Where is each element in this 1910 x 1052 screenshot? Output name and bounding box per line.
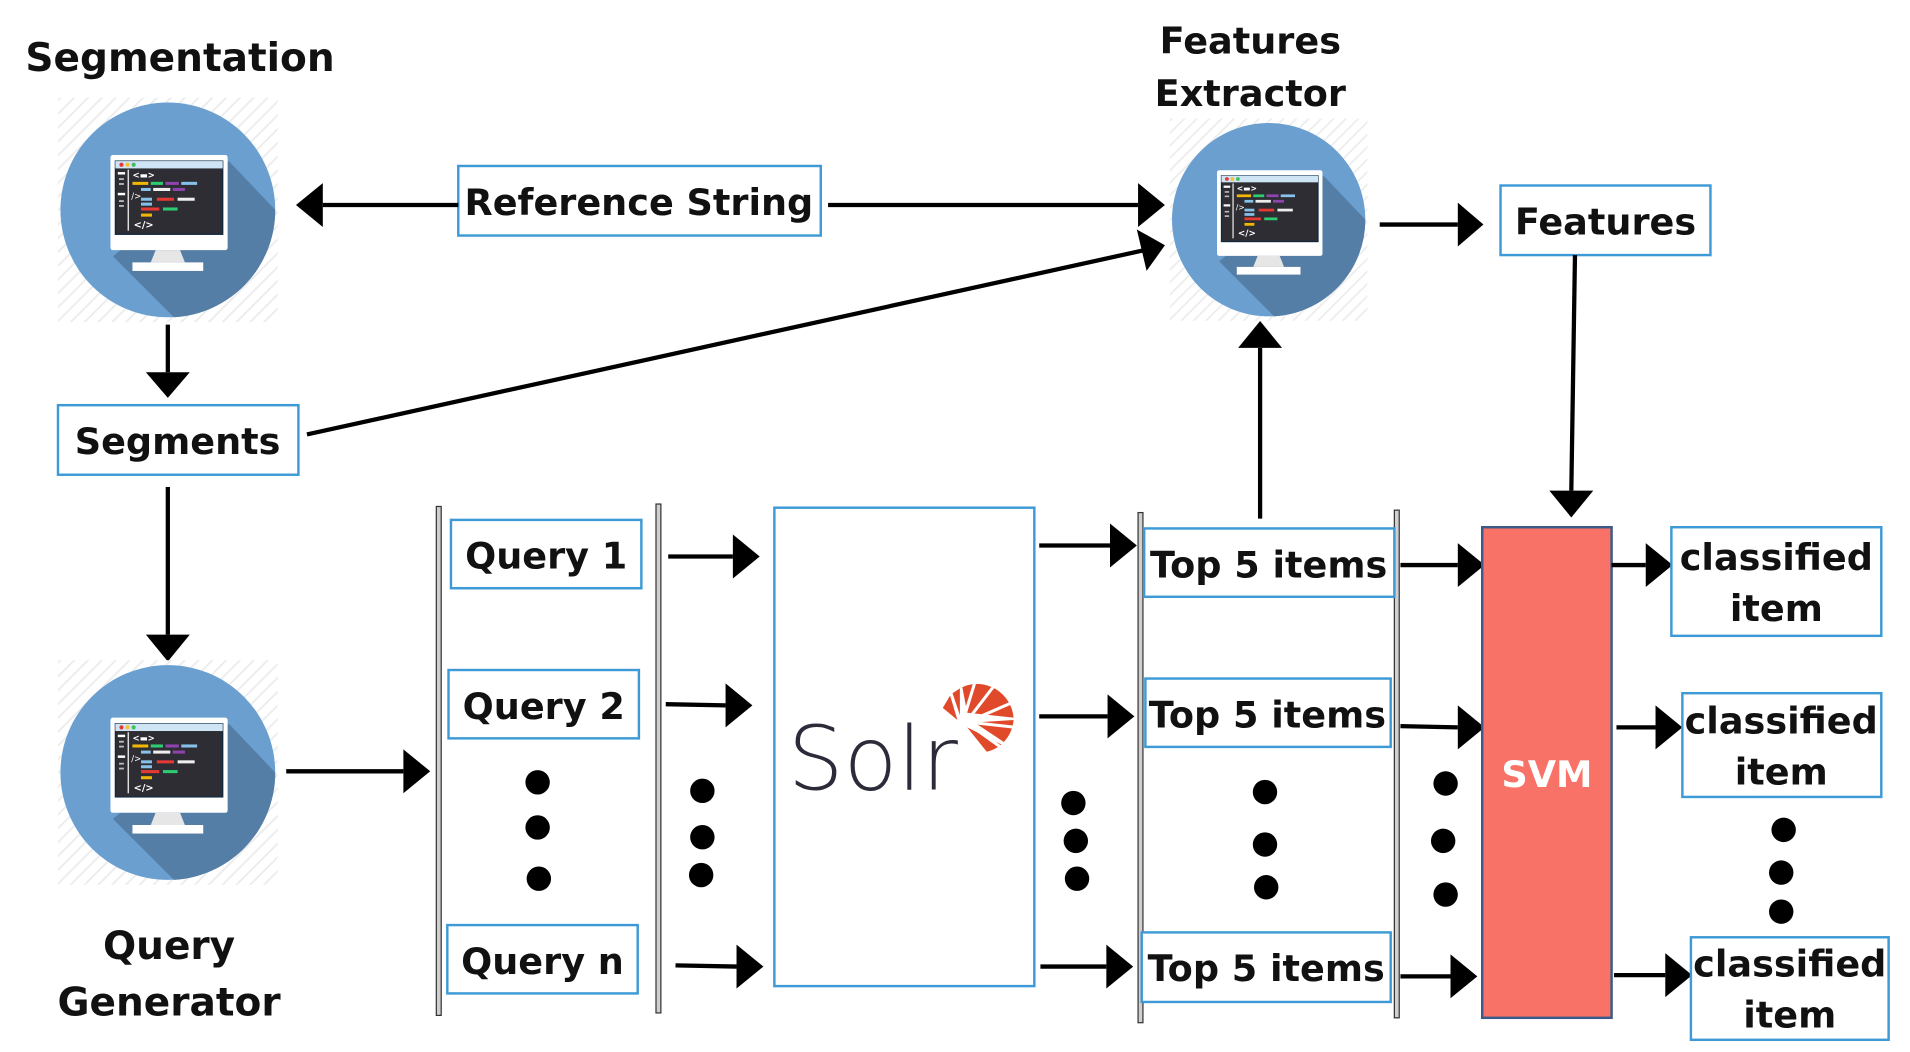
ellipsis-dot xyxy=(1769,899,1794,924)
ellipsis-dot xyxy=(1254,875,1279,900)
arrowhead-right-icon xyxy=(1450,954,1478,999)
query-1-label: Query 1 xyxy=(465,535,627,578)
arrow-queryn-to-solr xyxy=(675,963,737,969)
arrowhead-right-icon xyxy=(1107,694,1135,739)
ellipsis-dot xyxy=(1769,860,1794,885)
arrowhead-right-icon xyxy=(1655,705,1683,750)
arrowhead-left-icon xyxy=(295,183,323,227)
arrow-top2-to-svm xyxy=(1400,724,1458,730)
classified-item-n-line2: item xyxy=(1743,994,1836,1037)
ellipsis-dot xyxy=(1430,828,1456,854)
arrowhead-right-icon xyxy=(732,534,760,579)
arrow-query2-to-solr xyxy=(665,702,726,708)
arrowhead-down-icon xyxy=(145,634,190,662)
ellipsis-dot xyxy=(1064,866,1090,891)
arrowhead-right-icon xyxy=(1109,523,1137,568)
ellipsis-dot xyxy=(690,825,715,850)
features-label: Features xyxy=(1515,200,1696,243)
query-n-label: Query n xyxy=(461,940,624,983)
arrowhead-right-icon xyxy=(725,683,753,728)
ellipsis-dot xyxy=(1433,771,1458,796)
arrowhead-down-icon xyxy=(1549,490,1594,518)
arrowhead-up-icon xyxy=(1238,320,1283,348)
ellipsis-dot xyxy=(1252,832,1278,857)
classified-item-n-line1: classified xyxy=(1693,942,1886,985)
arrowhead-right-icon xyxy=(1457,202,1484,247)
classified-item-1-line2: item xyxy=(1730,587,1823,630)
ellipsis-dot xyxy=(526,866,552,891)
ellipsis-dot xyxy=(1433,882,1458,907)
arrowhead-right-icon xyxy=(1645,543,1673,588)
queries-left-rail xyxy=(435,505,442,1016)
arrowhead-right-icon xyxy=(736,944,764,989)
features-extractor-computer-icon xyxy=(1169,118,1369,322)
top-items-1-label: Top 5 items xyxy=(1150,543,1387,586)
query-generator-title-line2: Generator xyxy=(57,980,281,1025)
arrowhead-right-icon xyxy=(1457,543,1485,588)
ellipsis-dot xyxy=(525,815,550,840)
solr-logo-text: Solr xyxy=(788,708,959,811)
arrow-segments-to-extractor xyxy=(306,248,1145,437)
query-generator-computer-icon xyxy=(57,659,279,886)
segments-label: Segments xyxy=(75,420,281,463)
arrowhead-down-icon xyxy=(145,372,190,398)
svm-label: SVM xyxy=(1501,753,1592,796)
arrowhead-right-icon xyxy=(403,749,431,794)
reference-string-label: Reference String xyxy=(465,181,814,224)
segmentation-computer-icon xyxy=(57,97,279,323)
classified-item-2-line2: item xyxy=(1735,751,1828,794)
classified-item-2-line1: classified xyxy=(1685,699,1878,742)
ellipsis-dot xyxy=(525,770,550,795)
queries-right-rail xyxy=(655,503,662,1014)
top-items-2-label: Top 5 items xyxy=(1149,693,1386,736)
features-extractor-title-line2: Extractor xyxy=(1155,72,1346,115)
arrowhead-right-icon xyxy=(1106,944,1134,989)
ellipsis-dot xyxy=(1252,779,1278,805)
arrowhead-right-icon xyxy=(1457,705,1485,750)
ellipsis-dot xyxy=(1061,790,1086,816)
arrowhead-right-icon xyxy=(1138,183,1165,227)
arrowhead-right-icon xyxy=(1665,953,1693,998)
segmentation-title: Segmentation xyxy=(25,36,334,81)
ellipsis-dot xyxy=(690,778,715,804)
top-items-n-label: Top 5 items xyxy=(1148,947,1385,990)
classified-item-1-line1: classified xyxy=(1680,536,1873,579)
query-generator-title-line1: Query xyxy=(103,924,235,969)
features-extractor-title-line1: Features xyxy=(1160,20,1341,63)
ellipsis-dot xyxy=(688,862,714,888)
ellipsis-dot xyxy=(1771,817,1796,843)
arrow-features-to-svm xyxy=(1569,255,1578,491)
pipeline-diagram: <▬> /> </> Segmentation Reference String xyxy=(25,20,1890,1042)
ellipsis-dot xyxy=(1063,828,1089,854)
query-2-label: Query 2 xyxy=(463,685,625,728)
